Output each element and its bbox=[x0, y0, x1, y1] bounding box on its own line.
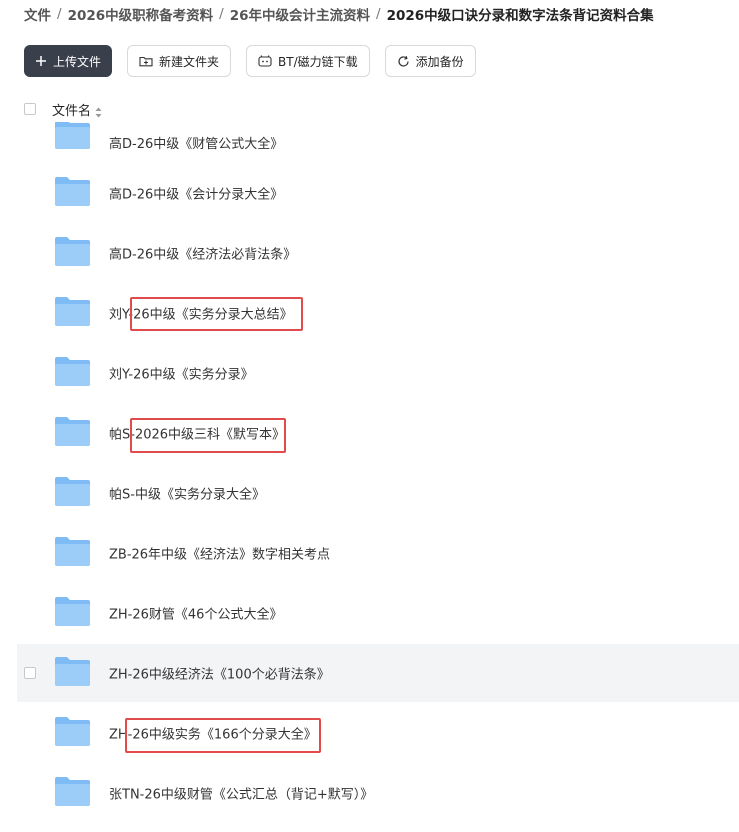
file-row[interactable]: ZH-26财管《46个公式大全》 bbox=[17, 584, 739, 642]
file-row[interactable]: 高D-26中级《经济法必背法条》 bbox=[17, 224, 739, 282]
file-row[interactable]: ZH-26中级实务《166个分录大全》 bbox=[17, 704, 739, 762]
folder-icon bbox=[55, 357, 90, 386]
add-backup-label: 添加备份 bbox=[415, 54, 464, 69]
file-row[interactable]: ZB-26年中级《经济法》数字相关考点 bbox=[17, 524, 739, 582]
breadcrumb-files[interactable]: 文件 bbox=[24, 4, 51, 24]
upload-file-label: 上传文件 bbox=[53, 54, 102, 69]
bt-magnet-download-label: BT/磁力链下载 bbox=[278, 54, 358, 69]
file-row[interactable]: 高D-26中级《财管公式大全》 bbox=[17, 122, 739, 154]
folder-icon bbox=[55, 237, 90, 266]
add-backup-button[interactable]: 添加备份 bbox=[384, 45, 476, 77]
file-list-header: 文件名 bbox=[0, 96, 739, 122]
file-name: 帕S-中级《实务分录大全》 bbox=[109, 487, 265, 503]
file-row[interactable]: 刘Y-26中级《实务分录》 bbox=[17, 344, 739, 402]
file-name: 帕S-2026中级三科《默写本》 bbox=[109, 427, 286, 443]
file-name: 高D-26中级《会计分录大全》 bbox=[109, 187, 284, 203]
file-name: 刘Y-26中级《实务分录》 bbox=[109, 367, 254, 383]
upload-file-button[interactable]: 上传文件 bbox=[24, 45, 113, 77]
file-row[interactable]: ZH-26中级经济法《100个必背法条》 bbox=[17, 644, 739, 702]
plus-icon bbox=[35, 55, 47, 67]
sort-icon[interactable] bbox=[95, 103, 102, 122]
breadcrumb-accounting-materials[interactable]: 26年中级会计主流资料 bbox=[230, 4, 370, 24]
file-row[interactable]: 高D-26中级《会计分录大全》 bbox=[17, 164, 739, 222]
breadcrumb-2026-exam-materials[interactable]: 2026中级职称备考资料 bbox=[68, 4, 214, 24]
column-filename[interactable]: 文件名 bbox=[52, 100, 91, 119]
folder-icon bbox=[55, 122, 90, 149]
file-name: ZB-26年中级《经济法》数字相关考点 bbox=[109, 547, 331, 563]
breadcrumb: 文件 / 2026中级职称备考资料 / 26年中级会计主流资料 / 2026中级… bbox=[24, 4, 654, 24]
folder-icon bbox=[55, 177, 90, 206]
new-folder-button[interactable]: 新建文件夹 bbox=[127, 45, 232, 77]
new-folder-label: 新建文件夹 bbox=[159, 54, 220, 69]
row-checkbox[interactable] bbox=[24, 667, 36, 679]
folder-icon bbox=[55, 657, 90, 686]
folder-icon bbox=[55, 717, 90, 746]
backup-sync-icon bbox=[397, 55, 410, 68]
file-name: 刘Y-26中级《实务分录大总结》 bbox=[109, 307, 293, 323]
file-name: 高D-26中级《经济法必背法条》 bbox=[109, 247, 297, 263]
file-row[interactable]: 帕S-2026中级三科《默写本》 bbox=[17, 404, 739, 462]
bt-magnet-download-button[interactable]: BT/磁力链下载 bbox=[246, 45, 370, 77]
breadcrumb-separator: / bbox=[219, 6, 224, 22]
file-name: 高D-26中级《财管公式大全》 bbox=[109, 137, 284, 152]
file-row[interactable]: 张TN-26中级财管《公式汇总（背记+默写）》 bbox=[17, 764, 739, 822]
file-name: 张TN-26中级财管《公式汇总（背记+默写）》 bbox=[109, 787, 374, 803]
magnet-icon bbox=[258, 55, 272, 67]
folder-icon bbox=[55, 537, 90, 566]
breadcrumb-separator: / bbox=[57, 6, 62, 22]
folder-icon bbox=[55, 597, 90, 626]
breadcrumb-separator: / bbox=[376, 6, 381, 22]
file-row[interactable]: 刘Y-26中级《实务分录大总结》 bbox=[17, 284, 739, 342]
folder-icon bbox=[55, 297, 90, 326]
new-folder-icon bbox=[139, 55, 153, 67]
breadcrumb-current-folder: 2026中级口诀分录和数字法条背记资料合集 bbox=[386, 8, 654, 24]
file-name: ZH-26中级经济法《100个必背法条》 bbox=[109, 667, 330, 683]
toolbar: 上传文件 新建文件夹 BT/磁力链下载 添加备份 bbox=[24, 45, 491, 77]
folder-icon bbox=[55, 777, 90, 806]
file-name: ZH-26中级实务《166个分录大全》 bbox=[109, 727, 317, 743]
folder-icon bbox=[55, 477, 90, 506]
folder-icon bbox=[55, 417, 90, 446]
select-all-checkbox[interactable] bbox=[24, 103, 36, 115]
file-name: ZH-26财管《46个公式大全》 bbox=[109, 607, 283, 623]
file-row[interactable]: 帕S-中级《实务分录大全》 bbox=[17, 464, 739, 522]
